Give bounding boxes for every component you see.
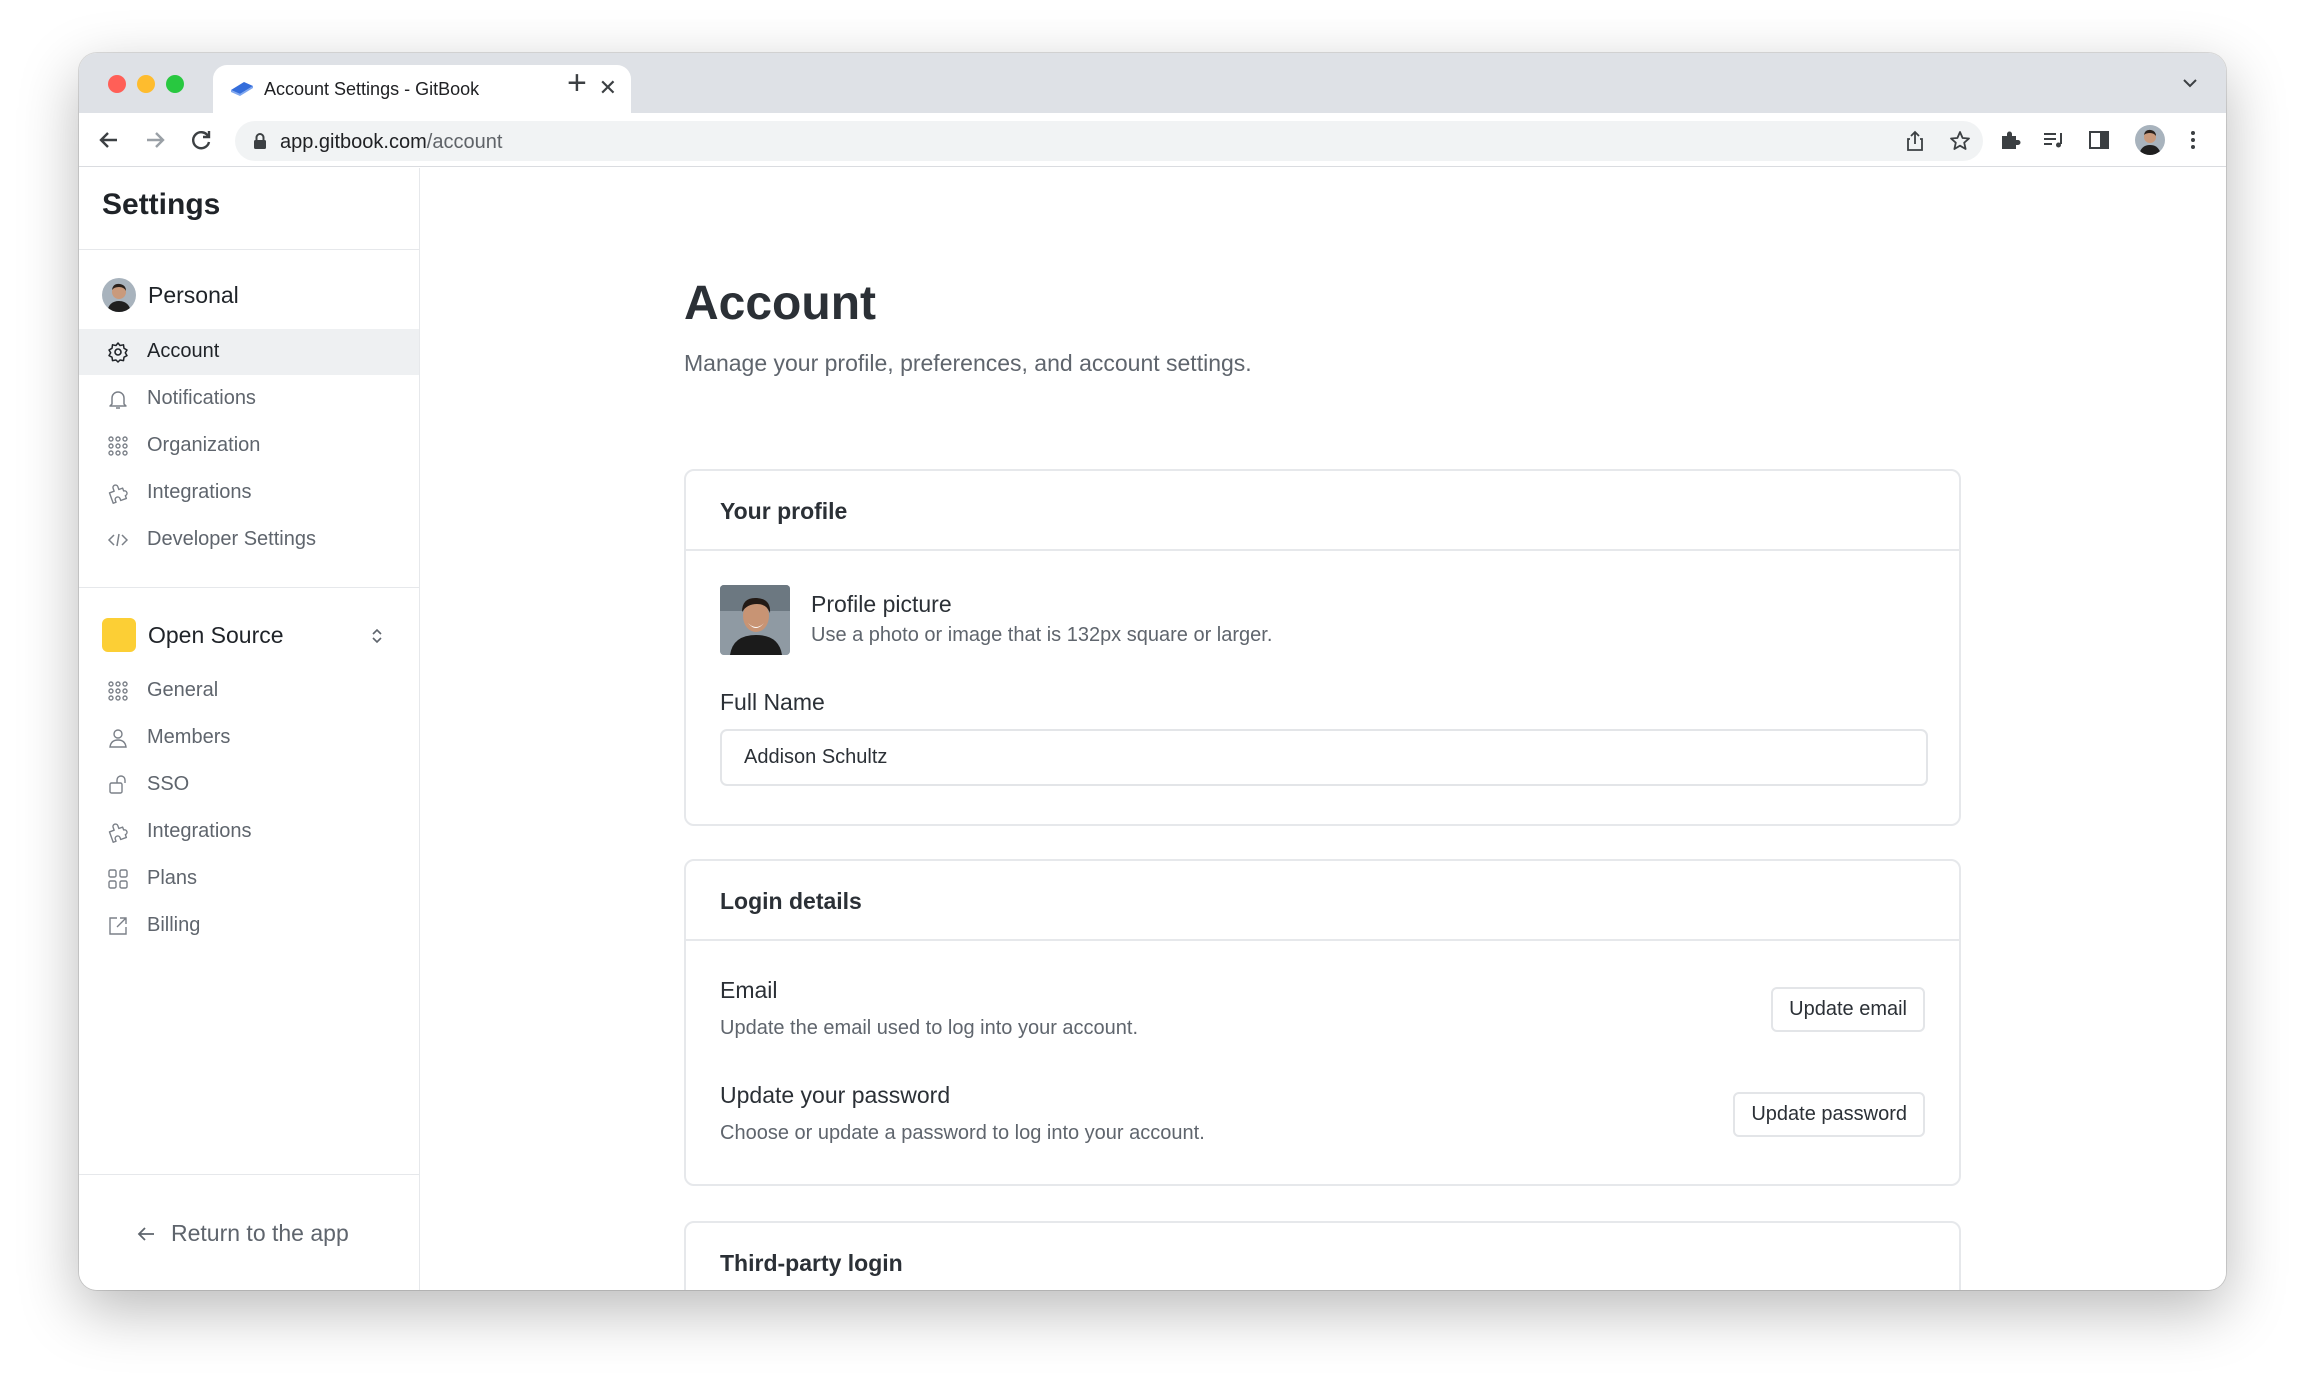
chevron-up-down-icon[interactable]: [369, 626, 385, 646]
reload-icon[interactable]: [187, 126, 215, 154]
sidebar-item-billing[interactable]: Billing: [79, 903, 419, 949]
sidebar-item-label: General: [147, 679, 219, 701]
sidebar-item-organization[interactable]: Organization: [79, 423, 419, 469]
browser-window: Account Settings - GitBook ✕ + app.gitbo…: [79, 53, 2226, 1290]
grid-icon: [107, 868, 129, 890]
media-queue-icon[interactable]: [2042, 128, 2066, 152]
url-path: /account: [426, 131, 503, 153]
sidebar-item-members[interactable]: Members: [79, 715, 419, 761]
email-description: Update the email used to log into your a…: [720, 1017, 1139, 1039]
sidebar-item-sso[interactable]: SSO: [79, 762, 419, 808]
sidebar-divider: [79, 249, 419, 250]
code-icon: [107, 529, 129, 551]
sidebar-item-label: SSO: [147, 773, 190, 795]
more-menu-icon[interactable]: [2181, 128, 2205, 152]
sidebar-item-developer-settings[interactable]: Developer Settings: [79, 517, 419, 563]
sidebar-item-org-integrations[interactable]: Integrations: [79, 809, 419, 855]
members-icon: [107, 727, 129, 749]
personal-avatar: [102, 278, 136, 312]
org-color-swatch: [102, 618, 136, 652]
profile-picture[interactable]: [720, 585, 790, 655]
sidebar-item-notifications[interactable]: Notifications: [79, 376, 419, 422]
org-switcher[interactable]: Open Source: [102, 618, 284, 652]
full-name-label: Full Name: [720, 689, 825, 715]
settings-sidebar: Settings Personal Account Notifications …: [79, 168, 420, 1290]
profile-card: Your profile Profile picture Use a photo…: [684, 469, 1961, 826]
third-party-login-card: Third-party login: [684, 1221, 1961, 1290]
personal-group-header: Personal: [102, 278, 239, 312]
gear-icon: [107, 341, 129, 363]
card-header: Third-party login: [686, 1223, 1959, 1290]
return-to-app-link[interactable]: Return to the app: [135, 1220, 349, 1247]
sidebar-item-label: Notifications: [147, 387, 256, 409]
page-subtitle: Manage your profile, preferences, and ac…: [684, 350, 1252, 376]
sidebar-title: Settings: [102, 188, 221, 221]
sidebar-item-plans[interactable]: Plans: [79, 856, 419, 902]
organization-icon: [107, 680, 129, 702]
maximize-window-button[interactable]: [166, 75, 184, 93]
sidebar-item-label: Plans: [147, 867, 198, 889]
organization-icon: [107, 435, 129, 457]
email-label: Email: [720, 977, 778, 1003]
sidebar-item-label: Integrations: [147, 820, 252, 842]
minimize-window-button[interactable]: [137, 75, 155, 93]
sidebar-item-label: Developer Settings: [147, 528, 316, 550]
update-email-button[interactable]: Update email: [1771, 987, 1925, 1032]
forward-arrow-icon[interactable]: [141, 126, 169, 154]
sidebar-item-label: Integrations: [147, 481, 252, 503]
sidebar-divider: [79, 1174, 419, 1175]
extensions-puzzle-icon[interactable]: [1998, 128, 2022, 152]
login-details-card: Login details Email Update the email use…: [684, 859, 1961, 1186]
page-title: Account: [684, 277, 876, 330]
update-password-button[interactable]: Update password: [1733, 1092, 1925, 1137]
tab-search-chevron-icon[interactable]: [2180, 73, 2200, 93]
sidebar-item-integrations[interactable]: Integrations: [79, 470, 419, 516]
return-label: Return to the app: [171, 1220, 349, 1246]
personal-group-label: Personal: [148, 281, 239, 308]
tab-strip: Account Settings - GitBook ✕ +: [79, 53, 2226, 113]
sidebar-item-label: Billing: [147, 914, 201, 936]
profile-picture-description: Use a photo or image that is 132px squar…: [811, 624, 1273, 646]
org-name: Open Source: [148, 621, 284, 648]
main-content: Account Manage your profile, preferences…: [421, 168, 2226, 1290]
card-title: Your profile: [720, 498, 848, 524]
bookmark-star-icon[interactable]: [1949, 130, 1971, 152]
sidebar-item-general[interactable]: General: [79, 668, 419, 714]
sidebar-item-label: Members: [147, 726, 231, 748]
close-window-button[interactable]: [108, 75, 126, 93]
card-header: Login details: [686, 861, 1959, 941]
url-domain: app.gitbook.com: [280, 131, 427, 153]
sso-icon: [107, 774, 129, 796]
share-icon[interactable]: [1904, 130, 1926, 152]
profile-picture-label: Profile picture: [811, 591, 952, 617]
sidebar-item-account[interactable]: Account: [79, 329, 419, 375]
new-tab-icon[interactable]: +: [567, 65, 587, 101]
bell-icon: [107, 388, 129, 410]
card-header: Your profile: [686, 471, 1959, 551]
password-description: Choose or update a password to log into …: [720, 1122, 1205, 1144]
back-arrow-icon[interactable]: [95, 126, 123, 154]
tab-title: Account Settings - GitBook: [264, 79, 480, 99]
profile-avatar[interactable]: [2135, 125, 2165, 155]
close-tab-icon[interactable]: ✕: [599, 77, 617, 99]
sidebar-item-label: Account: [147, 340, 220, 362]
password-label: Update your password: [720, 1082, 951, 1108]
card-title: Login details: [720, 888, 862, 914]
url-text: app.gitbook.com/account: [280, 131, 502, 154]
browser-toolbar: app.gitbook.com/account: [79, 113, 2226, 167]
sidebar-item-label: Organization: [147, 434, 261, 456]
lock-icon[interactable]: [253, 132, 267, 150]
side-panel-icon[interactable]: [2087, 128, 2111, 152]
puzzle-icon: [107, 482, 129, 504]
external-link-icon: [107, 915, 129, 937]
card-title: Third-party login: [720, 1250, 903, 1276]
sidebar-divider: [79, 587, 419, 588]
arrow-left-icon: [135, 1223, 157, 1245]
full-name-field[interactable]: [720, 729, 1928, 786]
puzzle-icon: [107, 821, 129, 843]
address-bar[interactable]: app.gitbook.com/account: [235, 121, 1983, 161]
gitbook-logo-icon: [229, 79, 255, 99]
